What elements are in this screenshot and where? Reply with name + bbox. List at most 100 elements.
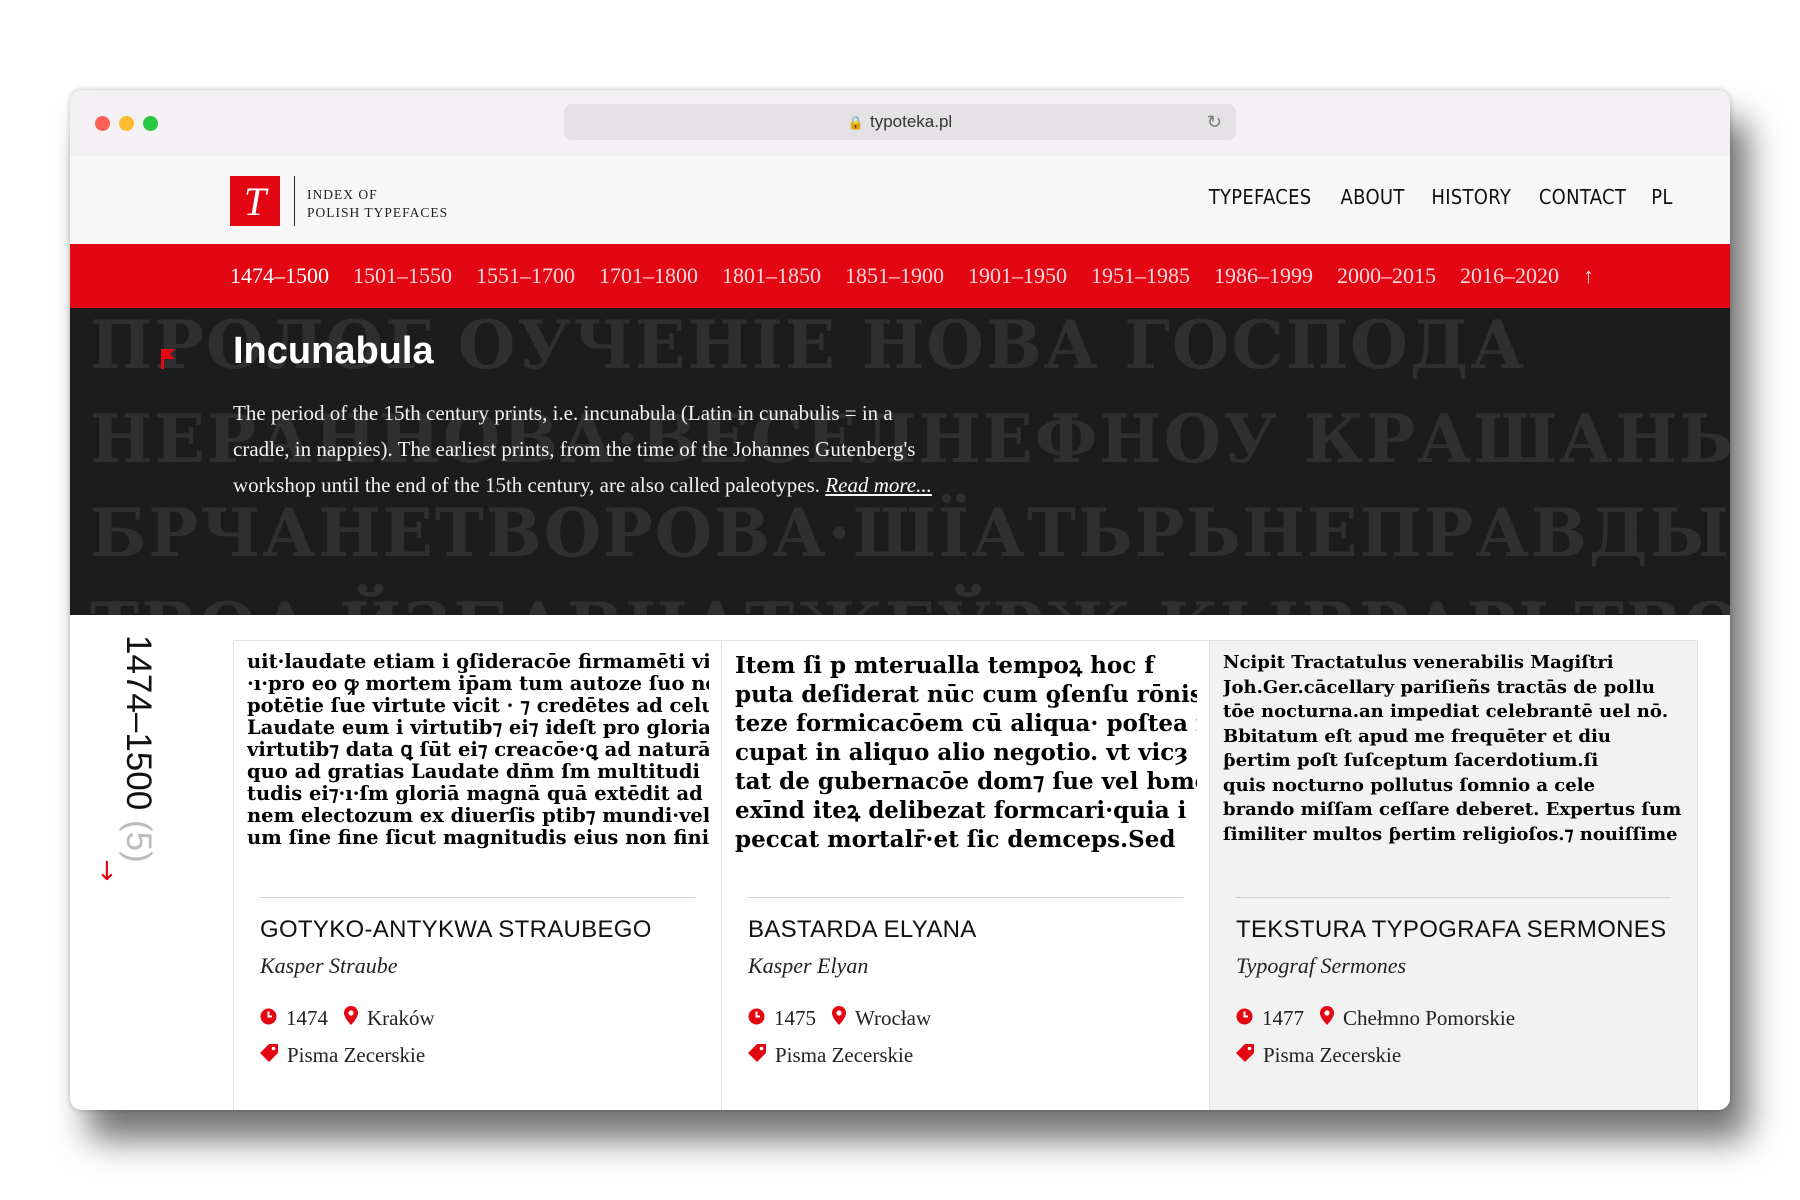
specimen-line: virtutib⁊ data ꝗ ſūt ei⁊ creacōe·ꝗ ad na… [247, 739, 709, 761]
address-bar[interactable]: 🔒 typoteka.pl ↻ [564, 104, 1236, 140]
typeface-year: 1474 [286, 1006, 328, 1030]
specimen-line: tat de gubernacōe dom⁊ ſue vel ƕmō [735, 768, 1197, 795]
typeface-category[interactable]: Pisma Zecerskie [1263, 1043, 1401, 1068]
minimize-window-button[interactable] [119, 116, 134, 131]
specimen-line: Laudate eum i virtutib⁊ ei⁊ ideſt pro gl… [247, 717, 709, 739]
typeface-name[interactable]: BASTARDA ELYANA [748, 916, 977, 944]
period-hero: ПРОЛОГ ОУЧЕНІЕ НОВА ГОСПОДА НЕРАННОВА·ВЕ… [70, 308, 1730, 615]
section-period-range: 1474–1500 (5) [118, 635, 158, 863]
typeface-name[interactable]: TEKSTURA TYPOGRAFA SERMONES [1236, 916, 1666, 944]
specimen-line: exīnd iteꝝ delibezat formcari·quia i [735, 797, 1187, 824]
typeface-meta: 1477 Chełmno Pomorskie [1236, 1006, 1515, 1031]
close-window-button[interactable] [95, 116, 110, 131]
specimen-line: Ncipit Tractatulus venerabilis Magiſtri [1223, 652, 1614, 673]
arrow-down-icon[interactable]: ↓ [96, 857, 118, 887]
nav-typefaces[interactable]: TYPEFACES [1209, 185, 1312, 209]
specimen-line: um ſine fine ſicut magnitudis eius non f… [247, 827, 709, 849]
period-1551-1700[interactable]: 1551–1700 [476, 263, 575, 289]
section-period-label: 1474–1500 (5) [108, 635, 158, 875]
typeface-year: 1477 [1262, 1006, 1304, 1030]
read-more-link[interactable]: Read more... [825, 473, 932, 497]
typeface-specimen-image[interactable]: Item ſi p mterualla tempoꝝ hoc f puta deſ… [735, 651, 1197, 881]
typeface-list-section: 1474–1500 (5) ↓ uit·laudate etiam i ƍſid… [70, 615, 1730, 1110]
typeface-category[interactable]: Pisma Zecerskie [775, 1043, 913, 1068]
location-pin-icon [1320, 1006, 1334, 1031]
period-1951-1985[interactable]: 1951–1985 [1091, 263, 1190, 289]
typeface-meta: 1474 Kraków [260, 1006, 435, 1031]
logo-letter: T [243, 179, 267, 224]
typeface-place: Chełmno Pomorskie [1343, 1006, 1516, 1030]
period-1901-1950[interactable]: 1901–1950 [968, 263, 1067, 289]
typeface-specimen-image[interactable]: uit·laudate etiam i ƍſideracōe firmamēti… [247, 651, 709, 881]
typeface-category-row: Pisma Zecerskie [748, 1043, 913, 1068]
period-1851-1900[interactable]: 1851–1900 [845, 263, 944, 289]
nav-about[interactable]: ABOUT [1340, 185, 1404, 209]
specimen-line: quo ad gratias Laudate dn̄m ſm multitudi [247, 761, 700, 783]
typeface-author: Typograf Sermones [1236, 953, 1407, 978]
specimen-line: ſimiliter multos ƥertim religioſos.⁊ nou… [1223, 823, 1678, 845]
hero-description-text: The period of the 15th century prints, i… [233, 401, 916, 497]
clock-icon [748, 1006, 765, 1031]
clock-icon [260, 1006, 277, 1031]
specimen-line: Joh.Ger.cācellary pariſieñs tractās de p… [1223, 676, 1655, 698]
typeface-specimen-image[interactable]: Ncipit Tractatulus venerabilis Magiſtri J… [1223, 651, 1685, 881]
typeface-category-row: Pisma Zecerskie [260, 1043, 425, 1068]
specimen-line: teze formicacōem cū aliqua· poſtea ſ [735, 710, 1197, 737]
typeface-name[interactable]: GOTYKO-ANTYKWA STRAUBEGO [260, 916, 652, 944]
typeface-card[interactable]: Item ſi p mterualla tempoꝝ hoc f puta deſ… [721, 640, 1209, 1110]
maximize-window-button[interactable] [143, 116, 158, 131]
browser-toolbar: 🔒 typoteka.pl ↻ [70, 90, 1730, 157]
specimen-line: tudis ei⁊·ı·ſm gloriā magnā quā extēdit … [247, 783, 703, 805]
arrow-up-icon[interactable]: ↑ [1583, 263, 1594, 289]
period-2000-2015[interactable]: 2000–2015 [1337, 263, 1436, 289]
typeface-place: Wrocław [855, 1006, 932, 1030]
card-divider [260, 897, 695, 898]
specimen-line: peccat mortalr̄·et ſic demceps.Sed [735, 826, 1176, 853]
typeface-cards: uit·laudate etiam i ƍſideracōe firmamēti… [233, 640, 1698, 1110]
typeface-meta: 1475 Wrocław [748, 1006, 931, 1031]
period-nav: 1474–1500 1501–1550 1551–1700 1701–1800 … [70, 244, 1730, 317]
hero-bg-line: ТВОА·ЙЗБАВНАТЖЕЎРЖ КЫВРАРЬТВОНХЬ·ВЪ [90, 580, 1730, 615]
specimen-line: Bbitatum eſt apud me frequēter et diu [1223, 725, 1611, 747]
period-1501-1550[interactable]: 1501–1550 [353, 263, 452, 289]
logo-line-2: POLISH TYPEFACES [307, 205, 449, 220]
logo-divider [294, 176, 295, 226]
tag-icon [260, 1043, 278, 1068]
period-1801-1850[interactable]: 1801–1850 [722, 263, 821, 289]
site-header: T INDEX OF POLISH TYPEFACES TYPEFACES AB… [70, 156, 1730, 244]
specimen-line: Item ſi p mterualla tempoꝝ hoc f [735, 652, 1155, 679]
period-1986-1999[interactable]: 1986–1999 [1214, 263, 1313, 289]
clock-icon [1236, 1006, 1253, 1031]
typeface-category[interactable]: Pisma Zecerskie [287, 1043, 425, 1068]
logo-text[interactable]: INDEX OF POLISH TYPEFACES [307, 186, 448, 222]
nav-language[interactable]: PL [1651, 185, 1672, 209]
specimen-line: ƥertim poſt ſuſceptum ſacerdotium.ſi [1223, 750, 1599, 771]
period-1474-1500[interactable]: 1474–1500 [230, 263, 329, 289]
main-nav: TYPEFACES ABOUT HISTORY CONTACT PL [1203, 185, 1674, 209]
url-text: typoteka.pl [869, 112, 953, 131]
logo-icon[interactable]: T [230, 176, 280, 226]
period-2016-2020[interactable]: 2016–2020 [1460, 263, 1559, 289]
typeface-card[interactable]: uit·laudate etiam i ƍſideracōe firmamēti… [233, 640, 721, 1110]
typeface-place: Kraków [367, 1006, 435, 1030]
hero-title: Incunabula [233, 330, 434, 372]
section-range-text: 1474–1500 [119, 635, 158, 811]
section-count: (5) [119, 819, 158, 863]
typeface-year: 1475 [774, 1006, 816, 1030]
nav-history[interactable]: HISTORY [1431, 185, 1511, 209]
specimen-line: tōe nocturna.an impediat celebrantē uel … [1223, 701, 1669, 722]
typeface-category-row: Pisma Zecerskie [1236, 1043, 1401, 1068]
flag-icon [161, 349, 175, 369]
period-1701-1800[interactable]: 1701–1800 [599, 263, 698, 289]
location-pin-icon [832, 1006, 846, 1031]
card-divider [748, 897, 1183, 898]
browser-window: 🔒 typoteka.pl ↻ T INDEX OF POLISH TYPEFAC… [70, 90, 1730, 1110]
card-divider [1236, 897, 1671, 898]
tag-icon [1236, 1043, 1254, 1068]
nav-contact[interactable]: CONTACT [1539, 185, 1626, 209]
typeface-card[interactable]: Ncipit Tractatulus venerabilis Magiſtri J… [1209, 640, 1698, 1110]
reload-icon[interactable]: ↻ [1207, 104, 1222, 140]
specimen-line: brando miſſam ceſſare deberet. Expertus … [1223, 799, 1682, 820]
typeface-author: Kasper Elyan [748, 953, 869, 978]
lock-icon: 🔒 [847, 115, 864, 130]
